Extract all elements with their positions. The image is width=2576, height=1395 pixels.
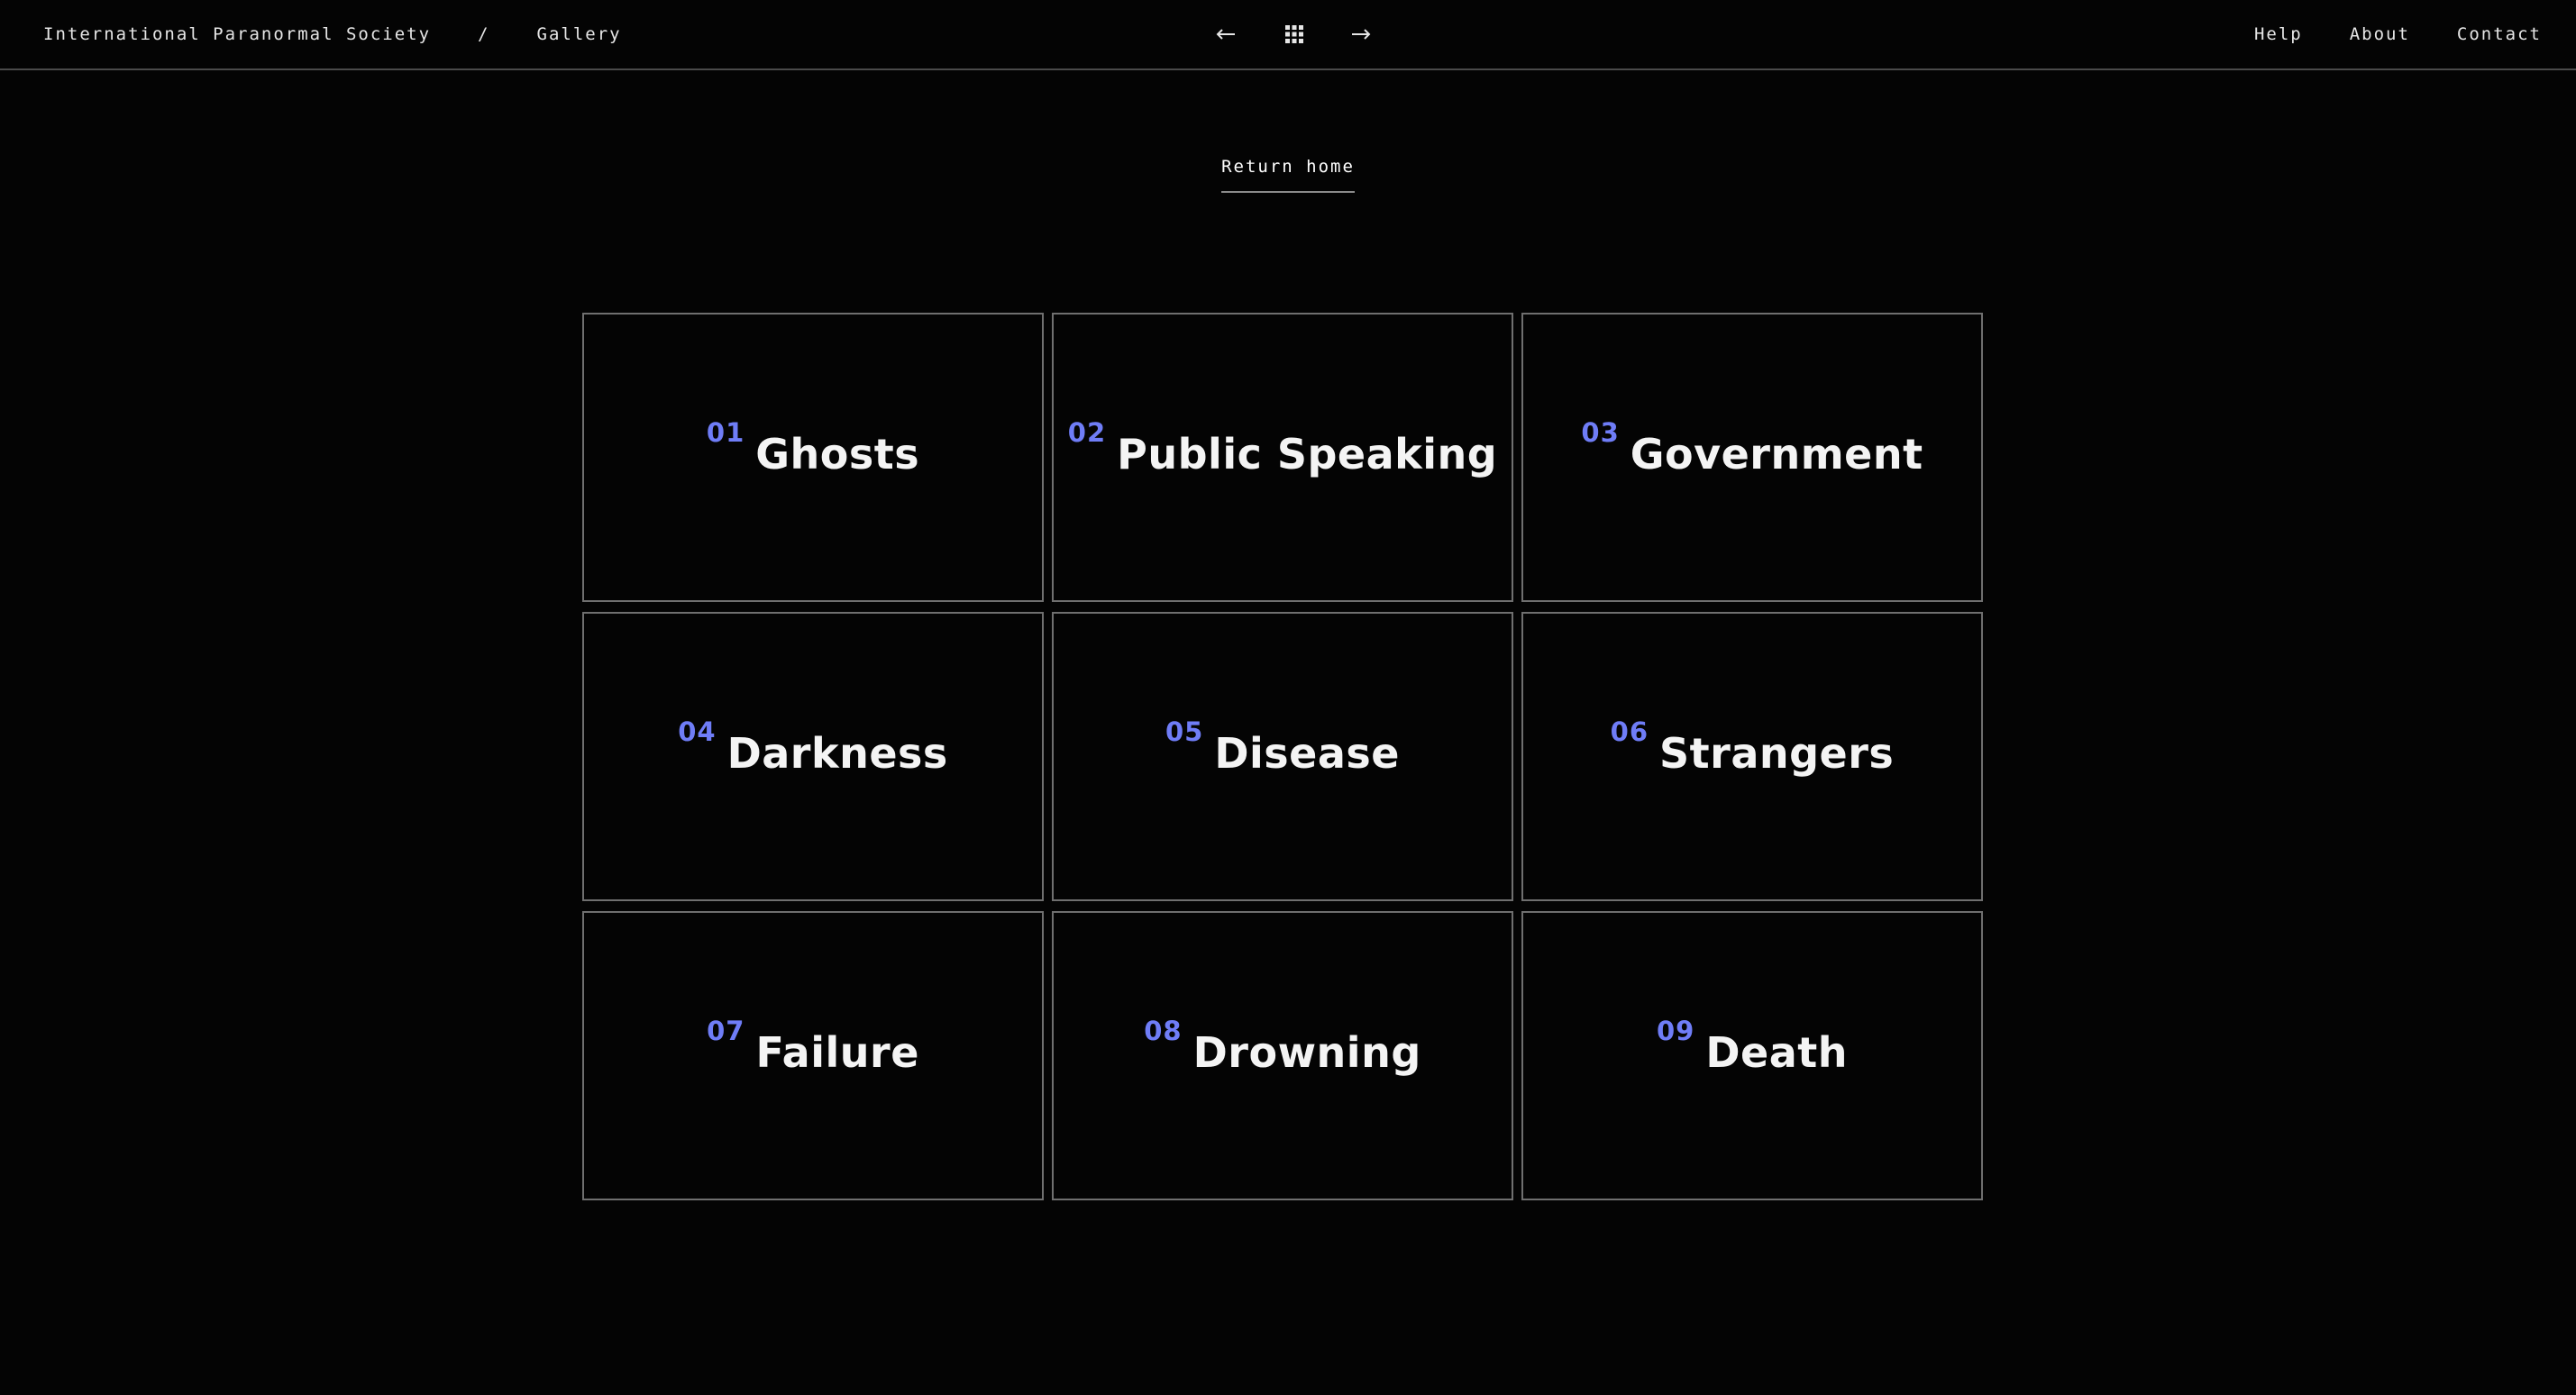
tile-heading: 06 Strangers [1611, 715, 1895, 778]
gallery-tile[interactable]: 09 Death [1521, 911, 1983, 1200]
tile-title: Ghosts [755, 430, 920, 479]
nav-about-link[interactable]: About [2350, 24, 2410, 44]
main-nav: Help About Contact [2207, 24, 2542, 44]
return-home-link[interactable]: Return home [1221, 157, 1355, 193]
tile-heading: 08 Drowning [1144, 1014, 1421, 1077]
gallery-tile[interactable]: 02 Public Speaking [1052, 313, 1513, 602]
gallery-grid: 01 Ghosts 02 Public Speaking 03 Governme… [582, 313, 1983, 1200]
tile-title: Disease [1214, 729, 1400, 778]
tile-number: 08 [1144, 1016, 1183, 1046]
tile-title: Strangers [1659, 729, 1895, 778]
gallery-tile[interactable]: 07 Failure [582, 911, 1044, 1200]
tile-number: 01 [706, 417, 745, 448]
tile-heading: 04 Darkness [678, 715, 948, 778]
gallery-tile[interactable]: 01 Ghosts [582, 313, 1044, 602]
tile-heading: 03 Government [1581, 415, 1923, 479]
tile-title: Failure [755, 1028, 919, 1077]
nav-contact-link[interactable]: Contact [2457, 24, 2542, 44]
next-button[interactable] [1347, 20, 1375, 49]
tile-title: Government [1630, 430, 1923, 479]
arrow-right-icon [1352, 29, 1371, 40]
gallery-tile[interactable]: 05 Disease [1052, 612, 1513, 901]
grid-icon [1285, 25, 1303, 43]
tile-number: 07 [707, 1016, 745, 1046]
gallery-tile[interactable]: 03 Government [1521, 313, 1983, 602]
tile-title: Death [1705, 1028, 1849, 1077]
gallery-navigation [1211, 20, 1375, 49]
tile-title: Drowning [1192, 1028, 1421, 1077]
site-name-link[interactable]: International Paranormal Society [43, 24, 431, 44]
nav-help-link[interactable]: Help [2254, 24, 2303, 44]
tile-number: 05 [1165, 716, 1204, 747]
tile-heading: 07 Failure [707, 1014, 919, 1077]
tile-number: 03 [1581, 417, 1620, 448]
breadcrumb-separator: / [478, 24, 490, 44]
gallery-tile[interactable]: 04 Darkness [582, 612, 1044, 901]
tile-heading: 09 Death [1657, 1014, 1848, 1077]
tile-number: 04 [678, 716, 717, 747]
tile-heading: 02 Public Speaking [1068, 415, 1497, 479]
breadcrumb: International Paranormal Society / Galle… [43, 24, 622, 44]
tile-number: 06 [1610, 716, 1649, 747]
gallery-tile[interactable]: 06 Strangers [1521, 612, 1983, 901]
breadcrumb-gallery-link[interactable]: Gallery [537, 24, 622, 44]
grid-view-button[interactable] [1282, 20, 1307, 49]
previous-button[interactable] [1211, 20, 1240, 49]
top-bar: International Paranormal Society / Galle… [0, 0, 2576, 70]
tile-heading: 01 Ghosts [707, 415, 919, 479]
gallery-tile[interactable]: 08 Drowning [1052, 911, 1513, 1200]
arrow-left-icon [1216, 29, 1235, 40]
tile-number: 02 [1067, 417, 1107, 448]
tile-title: Darkness [726, 729, 948, 778]
tile-heading: 05 Disease [1165, 715, 1400, 778]
return-home-container: Return home [0, 157, 2576, 193]
tile-title: Public Speaking [1117, 430, 1498, 479]
tile-number: 09 [1656, 1016, 1695, 1046]
